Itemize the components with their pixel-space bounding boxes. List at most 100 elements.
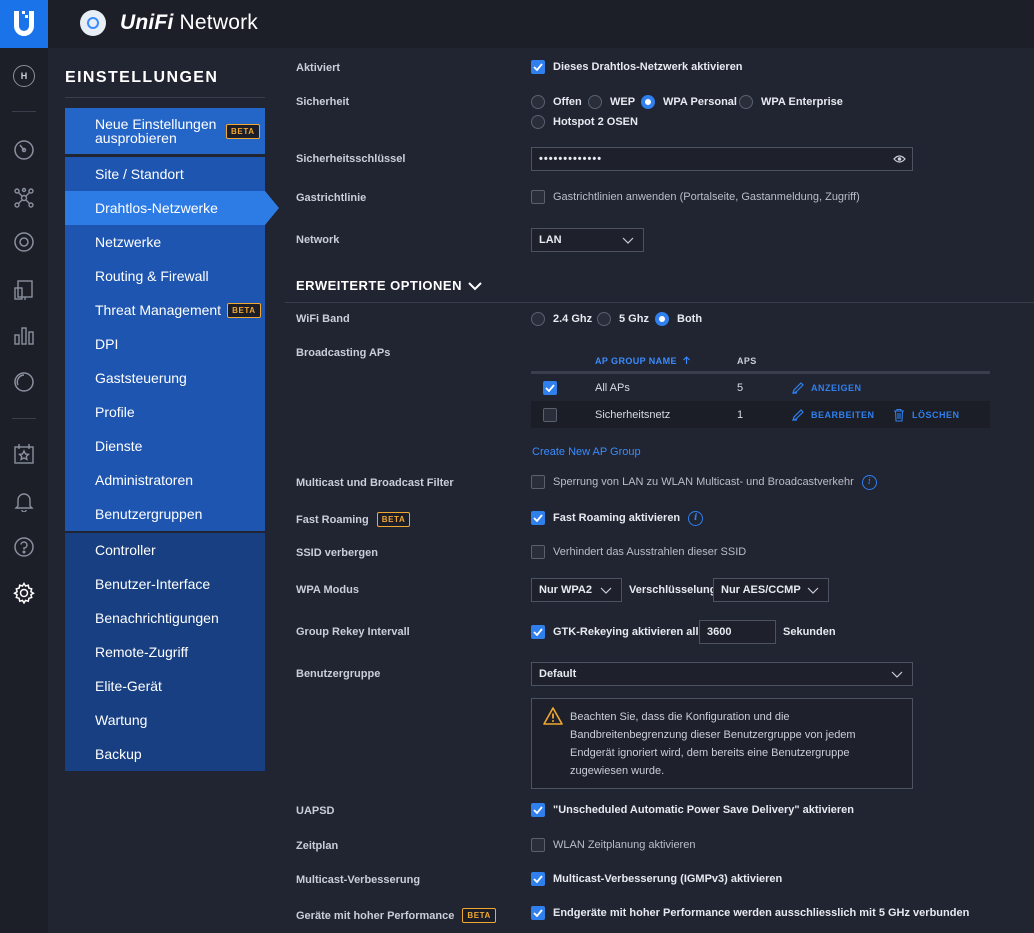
security-radio-wep[interactable]: WEP (588, 94, 635, 110)
security-radio-wpa-enterprise[interactable]: WPA Enterprise (739, 94, 843, 110)
info-icon[interactable]: i (688, 510, 704, 526)
nav-site[interactable]: Site / Standort (65, 157, 265, 191)
statistics-icon[interactable] (12, 323, 36, 347)
nav-label: Gaststeuerung (95, 370, 187, 386)
multicast-filter-checkbox[interactable]: Sperrung von LAN zu WLAN Multicast- und … (531, 474, 877, 490)
edit-ap-group-button[interactable]: BEARBEITEN (791, 401, 875, 428)
topology-icon[interactable] (12, 186, 36, 210)
security-key-input[interactable]: ••••••••••••• (531, 147, 913, 171)
row-checkbox[interactable] (543, 401, 557, 428)
band-radio-5g[interactable]: 5 Ghz (597, 311, 649, 327)
nav-elite-device[interactable]: Elite-Gerät (65, 669, 265, 703)
checkbox[interactable] (531, 838, 545, 852)
radio[interactable] (597, 312, 611, 326)
security-label: Sicherheit (296, 96, 350, 108)
events-calendar-icon[interactable] (12, 442, 36, 466)
check-icon (545, 383, 555, 392)
user-group-select[interactable]: Default (531, 662, 913, 686)
nav-wireless-networks[interactable]: Drahtlos-Netzwerke (65, 191, 265, 225)
clients-icon[interactable] (12, 278, 36, 302)
security-radio-hotspot[interactable]: Hotspot 2 OSEN (531, 114, 638, 130)
nav-routing-firewall[interactable]: Routing & Firewall (65, 259, 265, 293)
ubiquiti-logo[interactable] (0, 0, 48, 48)
network-select[interactable]: LAN (531, 228, 644, 252)
high-performance-checkbox[interactable]: Endgeräte mit hoher Performance werden a… (531, 905, 969, 921)
nav-networks[interactable]: Netzwerke (65, 225, 265, 259)
nav-label: Controller (95, 542, 156, 558)
rekey-checkbox[interactable]: GTK-Rekeying aktivieren alle (531, 624, 705, 640)
enable-network-checkbox[interactable]: Dieses Drahtlos-Netzwerk aktivieren (531, 59, 743, 75)
dashboard-icon[interactable] (12, 138, 36, 162)
advanced-options-toggle[interactable]: ERWEITERTE OPTIONEN (296, 278, 482, 293)
multicast-enhancement-checkbox[interactable]: Multicast-Verbesserung (IGMPv3) aktivier… (531, 871, 782, 887)
security-radio-wpa-personal[interactable]: WPA Personal (641, 94, 737, 110)
insights-icon[interactable] (12, 370, 36, 394)
site-avatar[interactable]: H (12, 64, 36, 88)
sort-up-icon (683, 356, 690, 364)
guest-policy-checkbox[interactable]: Gastrichtlinien anwenden (Portalseite, G… (531, 189, 860, 205)
checkbox[interactable] (531, 625, 545, 639)
create-ap-group-link[interactable]: Create New AP Group (532, 446, 641, 458)
nav-controller[interactable]: Controller (65, 533, 265, 567)
delete-ap-group-button[interactable]: LÖSCHEN (892, 401, 960, 428)
icon-rail: H (0, 48, 48, 933)
radio[interactable] (531, 312, 545, 326)
radio[interactable] (588, 95, 602, 109)
nav-user-interface[interactable]: Benutzer-Interface (65, 567, 265, 601)
checkbox[interactable] (531, 511, 545, 525)
nav-dpi[interactable]: DPI (65, 327, 265, 361)
uapsd-checkbox[interactable]: "Unscheduled Automatic Power Save Delive… (531, 802, 854, 818)
select-value: Nur WPA2 (539, 584, 592, 596)
nav-guest-control[interactable]: Gaststeuerung (65, 361, 265, 395)
nav-notifications[interactable]: Benachrichtigungen (65, 601, 265, 635)
devices-icon[interactable] (12, 230, 36, 254)
help-icon[interactable] (12, 535, 36, 559)
info-icon[interactable]: i (861, 474, 877, 490)
chevron-down-icon (891, 671, 903, 678)
nav-maintenance[interactable]: Wartung (65, 703, 265, 737)
nav-backup[interactable]: Backup (65, 737, 265, 771)
band-radio-both[interactable]: Both (655, 311, 702, 327)
show-password-eye-icon[interactable] (893, 154, 906, 164)
checkbox[interactable] (531, 906, 545, 920)
encryption-select[interactable]: Nur AES/CCMP (713, 578, 829, 602)
schedule-checkbox[interactable]: WLAN Zeitplanung aktivieren (531, 837, 695, 853)
checkbox[interactable] (531, 803, 545, 817)
row-checkbox[interactable] (543, 374, 557, 401)
radio[interactable] (641, 95, 655, 109)
checkbox[interactable] (531, 60, 545, 74)
band-radio-2g[interactable]: 2.4 Ghz (531, 311, 592, 327)
nav-admins[interactable]: Administratoren (65, 463, 265, 497)
security-radio-open[interactable]: Offen (531, 94, 582, 110)
settings-gear-icon[interactable] (12, 581, 36, 605)
nav-label: Benutzer-Interface (95, 576, 211, 592)
hide-ssid-checkbox[interactable]: Verhindert das Ausstrahlen dieser SSID (531, 544, 746, 560)
wpa-mode-select[interactable]: Nur WPA2 (531, 578, 622, 602)
nav-user-groups[interactable]: Benutzergruppen (65, 497, 265, 531)
nav-remote-access[interactable]: Remote-Zugriff (65, 635, 265, 669)
heading-divider (65, 97, 265, 98)
radio[interactable] (655, 312, 669, 326)
checkbox[interactable] (531, 475, 545, 489)
nav-label: Dienste (95, 438, 143, 454)
nav-new-settings[interactable]: Neue Einstellungen ausprobieren BETA (65, 108, 265, 154)
encryption-label: Verschlüsselung (629, 584, 717, 596)
nav-profiles[interactable]: Profile (65, 395, 265, 429)
beta-badge: BETA (376, 512, 411, 527)
alerts-bell-icon[interactable] (12, 489, 36, 513)
radio[interactable] (739, 95, 753, 109)
nav-label: Routing & Firewall (95, 268, 209, 284)
col-ap-group-name[interactable]: AP GROUP NAME (595, 353, 691, 368)
radio[interactable] (531, 95, 545, 109)
checkbox[interactable] (531, 545, 545, 559)
nav-services[interactable]: Dienste (65, 429, 265, 463)
fast-roaming-checkbox[interactable]: Fast Roaming aktivieren i (531, 510, 704, 526)
checkbox[interactable] (531, 190, 545, 204)
radio[interactable] (531, 115, 545, 129)
rekey-interval-input[interactable]: 3600 (699, 620, 776, 644)
checkbox[interactable] (531, 872, 545, 886)
nav-label: Profile (95, 404, 135, 420)
nav-threat-management[interactable]: Threat Management BETA (65, 293, 265, 327)
view-ap-group-button[interactable]: ANZEIGEN (791, 374, 862, 401)
user-group-label: Benutzergruppe (296, 668, 381, 680)
